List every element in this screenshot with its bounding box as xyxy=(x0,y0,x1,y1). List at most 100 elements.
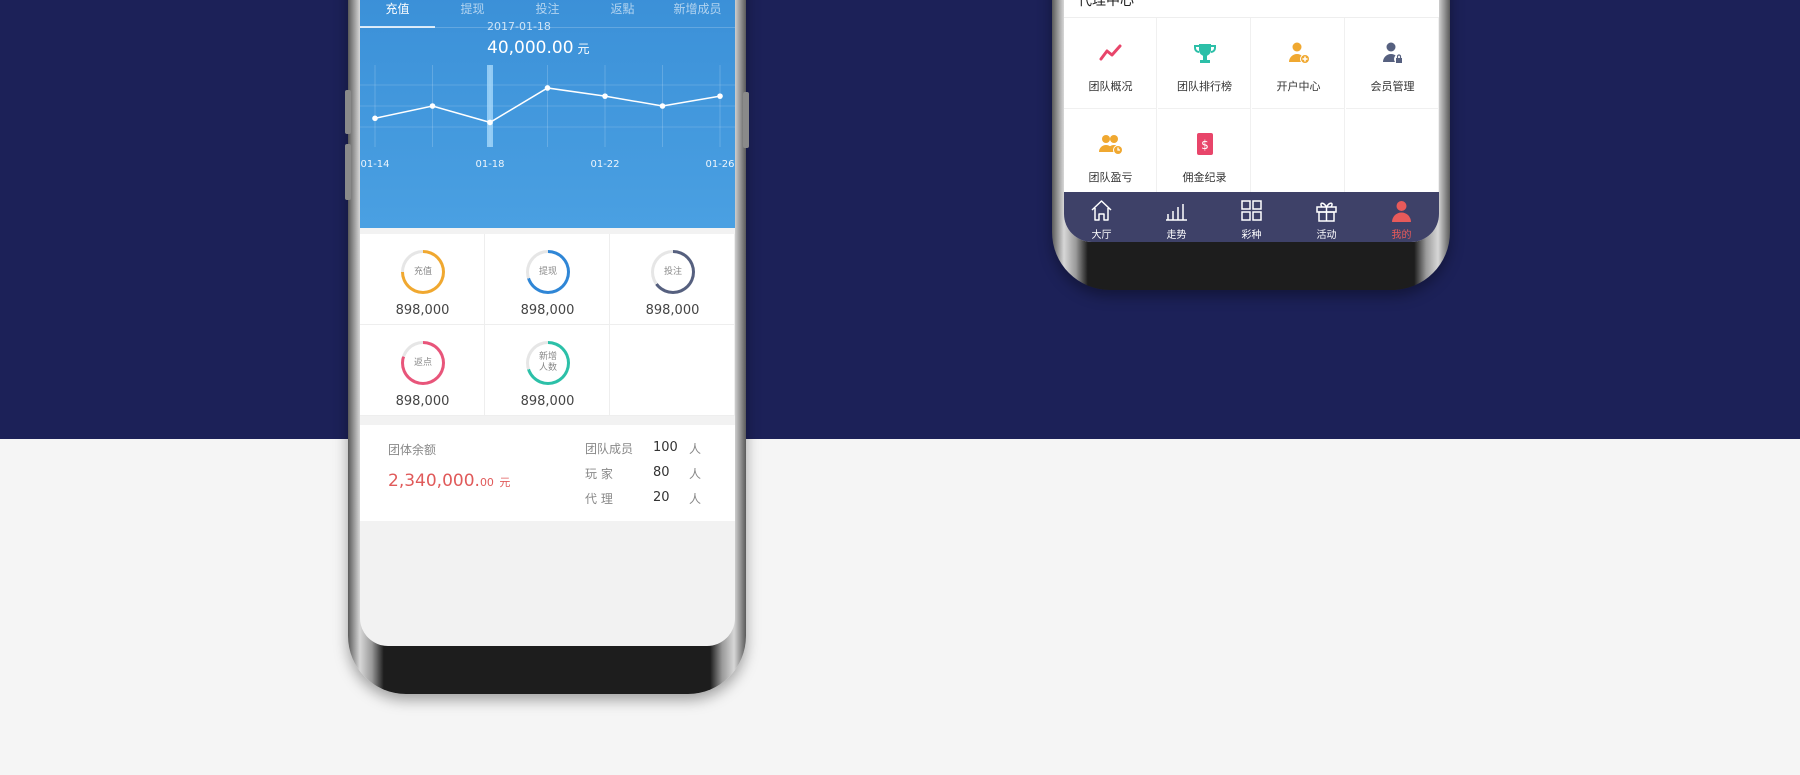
stat-card[interactable]: 返点 898,000 xyxy=(360,325,485,416)
stat-value: 898,000 xyxy=(520,303,575,318)
line-chart[interactable]: 01-14 01-18 01-22 01-26 xyxy=(360,65,735,195)
tabbar-item[interactable]: 彩种 xyxy=(1214,192,1289,242)
chart-highlight-bar xyxy=(487,65,493,147)
background-navy xyxy=(0,0,1800,439)
right-phone-screen: 代理中心 团队概况 团队排行榜 开户中心 会员管理团队盈亏 $ 佣金纪录 大厅 走势 彩种 活动… xyxy=(1064,0,1439,242)
stats-grid: 充值 898,000 提现 898,000 投注 898,000 返点 898,000 新增 人数… xyxy=(360,234,735,416)
tab-withdraw[interactable]: 提现 xyxy=(435,0,510,17)
member-count: 100 xyxy=(653,440,678,455)
bar-chart-icon xyxy=(1164,198,1189,223)
volume-button xyxy=(345,90,351,134)
agent-center-title: 代理中心 xyxy=(1078,0,1134,9)
stat-label: 新增 人数 xyxy=(529,344,567,382)
agent-grid-item[interactable]: 团队概况 xyxy=(1064,18,1157,109)
tabbar-label: 活动 xyxy=(1316,230,1337,241)
chart-point xyxy=(487,119,493,126)
agent-grid-item[interactable]: 团队盈亏 xyxy=(1064,109,1157,200)
chart-point xyxy=(717,93,723,99)
trend-line-icon xyxy=(1098,40,1124,66)
agent-grid-item[interactable]: 会员管理 xyxy=(1346,18,1439,109)
stat-value: 898,000 xyxy=(645,303,700,318)
home-icon xyxy=(1089,198,1114,223)
chart-amount-unit: 元 xyxy=(577,42,590,56)
member-count: 20 xyxy=(653,490,670,505)
agent-grid-label: 会员管理 xyxy=(1370,80,1415,93)
chart-date: 2017-01-18 xyxy=(487,20,551,33)
agent-grid-label: 团队排行榜 xyxy=(1177,80,1232,93)
chart-panel: 充值 提现 投注 返點 新增成员 2017-01-18 40,000.00 元 0… xyxy=(360,0,735,228)
user-add-icon xyxy=(1286,40,1312,66)
stat-card[interactable]: 提现 898,000 xyxy=(485,234,610,325)
chart-point xyxy=(659,103,666,109)
stat-card-empty xyxy=(610,325,735,416)
tabbar-label: 我的 xyxy=(1391,230,1412,241)
tabbar-label: 彩种 xyxy=(1241,230,1262,241)
chart-point xyxy=(602,93,608,99)
agent-grid-label: 团队盈亏 xyxy=(1088,171,1133,184)
tabbar-item[interactable]: 大厅 xyxy=(1064,192,1139,242)
svg-text:$: $ xyxy=(1201,138,1209,152)
chart-point xyxy=(544,85,551,91)
user-lock-icon xyxy=(1380,40,1406,66)
tab-new-members[interactable]: 新增成员 xyxy=(660,0,735,17)
agent-grid-item[interactable]: 团队排行榜 xyxy=(1158,18,1251,109)
stat-card[interactable]: 投注 898,000 xyxy=(610,234,735,325)
agent-grid-item[interactable]: 开户中心 xyxy=(1252,18,1345,109)
stat-label: 返点 xyxy=(404,344,442,382)
tab-rebate[interactable]: 返點 xyxy=(585,0,660,17)
trophy-icon xyxy=(1192,40,1218,66)
member-unit: 人 xyxy=(689,467,702,481)
grid-icon xyxy=(1239,198,1264,223)
agent-grid-item[interactable]: $ 佣金纪录 xyxy=(1158,109,1251,200)
x-tick-label: 01-18 xyxy=(475,159,504,170)
chart-point xyxy=(372,115,378,122)
stat-card[interactable]: 充值 898,000 xyxy=(360,234,485,325)
tab-recharge[interactable]: 充值 xyxy=(360,0,435,17)
summary-panel: 团体余额 2,340,000.00 元 团队成员 100 人 玩 家 80 人 … xyxy=(360,425,735,521)
balance-main: 2,340,000. xyxy=(388,471,480,491)
red-envelope-icon: $ xyxy=(1192,131,1218,157)
volume-button xyxy=(345,144,351,200)
tabbar-item[interactable]: 走势 xyxy=(1139,192,1214,242)
chart-point xyxy=(429,103,436,109)
tabbar-label: 走势 xyxy=(1166,230,1187,241)
gift-icon xyxy=(1314,198,1339,223)
agent-grid-label: 开户中心 xyxy=(1276,80,1321,93)
progress-ring: 投注 xyxy=(651,250,695,294)
balance-unit: 元 xyxy=(499,476,511,489)
tabbar-item[interactable]: 活动 xyxy=(1289,192,1364,242)
tabbar-label: 大厅 xyxy=(1091,230,1112,241)
balance-label: 团体余额 xyxy=(388,443,437,457)
active-tab-indicator xyxy=(360,26,435,28)
progress-ring: 充值 xyxy=(401,250,445,294)
progress-ring: 返点 xyxy=(401,341,445,385)
agent-grid-label: 佣金纪录 xyxy=(1182,171,1227,184)
balance-decimal: 00 xyxy=(479,476,494,489)
stat-card[interactable]: 新增 人数 898,000 xyxy=(485,325,610,416)
tab-bet[interactable]: 投注 xyxy=(510,0,585,17)
member-name: 玩 家 xyxy=(585,467,613,481)
x-tick-label: 01-26 xyxy=(705,159,734,170)
x-tick-label: 01-14 xyxy=(360,159,389,170)
left-phone-screen: 充值 提现 投注 返點 新增成员 2017-01-18 40,000.00 元 0… xyxy=(360,0,735,646)
tabbar-item[interactable]: 我的 xyxy=(1364,192,1439,242)
member-name: 团队成员 xyxy=(585,442,634,456)
member-name: 代 理 xyxy=(585,492,613,506)
agent-grid-label: 团队概况 xyxy=(1088,80,1133,93)
member-row: 团队成员 100 人 xyxy=(585,440,715,460)
bottom-tabbar: 大厅 走势 彩种 活动 我的 xyxy=(1064,192,1439,242)
agent-center-header: 代理中心 xyxy=(1064,0,1439,18)
member-unit: 人 xyxy=(689,442,702,456)
stat-label: 充值 xyxy=(404,253,442,291)
progress-ring: 新增 人数 xyxy=(526,341,570,385)
member-count: 80 xyxy=(653,465,670,480)
x-tick-label: 01-22 xyxy=(590,159,619,170)
progress-ring: 提现 xyxy=(526,250,570,294)
member-unit: 人 xyxy=(689,492,702,506)
member-row: 玩 家 80 人 xyxy=(585,465,715,485)
stat-value: 898,000 xyxy=(395,394,450,409)
power-button xyxy=(743,92,749,148)
stat-label: 提现 xyxy=(529,253,567,291)
member-row: 代 理 20 人 xyxy=(585,490,715,510)
chart-amount-value: 40,000.00 xyxy=(487,38,574,58)
